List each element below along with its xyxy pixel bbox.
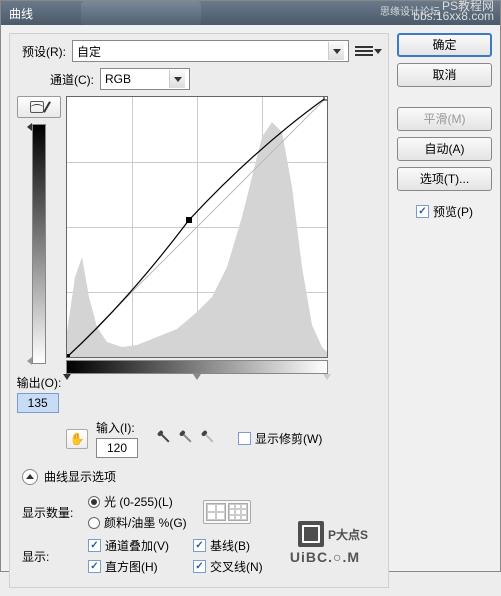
eyedropper-white-icon[interactable] [199, 427, 222, 450]
input-input[interactable] [96, 438, 138, 458]
preset-menu-button[interactable] [355, 42, 382, 60]
radio-pigment-label: 颜料/油墨 %(G) [104, 514, 187, 531]
hand-icon: ✋ [70, 432, 85, 446]
show-clipping-label: 显示修剪(W) [255, 430, 322, 447]
histogram [67, 97, 327, 357]
checkbox-icon [193, 560, 206, 573]
options-button[interactable]: 选项(T)... [397, 167, 492, 191]
preview-label: 预览(P) [433, 203, 473, 220]
tool-column: 输出(O): [16, 96, 62, 413]
checkbox-icon [238, 432, 251, 445]
show-clipping-check[interactable]: 显示修剪(W) [238, 430, 322, 447]
titlebar-blur [81, 1, 201, 25]
chevron-down-icon [169, 70, 185, 88]
dialog-title: 曲线 [9, 5, 33, 22]
radio-light-label: 光 (0-255)(L) [104, 493, 173, 510]
checkbox-icon [88, 560, 101, 573]
preset-label: 预设(R): [16, 43, 66, 60]
preset-select[interactable]: 自定 [72, 40, 349, 62]
check-histogram[interactable]: 直方图(H) [88, 558, 169, 575]
check-overlay-label: 通道叠加(V) [105, 537, 169, 554]
output-gradient [32, 124, 46, 364]
check-intersection-label: 交叉线(N) [210, 558, 263, 575]
checkbox-icon [416, 205, 429, 218]
eyedropper-gray-icon[interactable] [177, 427, 200, 450]
section-header-label: 曲线显示选项 [44, 468, 116, 485]
watermark-logo-text: P大点S [328, 526, 368, 543]
input-group: 输入(I): [96, 419, 138, 458]
checkbox-icon [88, 539, 101, 552]
grid-coarse-icon [206, 503, 226, 521]
curve-canvas[interactable] [66, 96, 328, 358]
channel-value: RGB [105, 72, 131, 86]
output-group: 输出(O): [17, 374, 62, 413]
channel-label: 通道(C): [50, 71, 94, 88]
output-label: 输出(O): [17, 374, 62, 391]
checkbox-icon [193, 539, 206, 552]
grid-size-toggle[interactable] [203, 500, 251, 524]
radio-light[interactable]: 光 (0-255)(L) [88, 493, 187, 510]
watermark-text: PS教程网 bbs.16xx8.com [413, 1, 494, 21]
input-gradient[interactable] [66, 360, 328, 374]
expand-button[interactable] [22, 469, 38, 485]
hand-tool[interactable]: ✋ [66, 429, 88, 449]
chevron-down-icon [374, 49, 382, 54]
watermark-url: UiBC.○.M [290, 549, 360, 565]
auto-button[interactable]: 自动(A) [397, 137, 492, 161]
main-panel: 预设(R): 自定 通道(C): RGB [9, 33, 389, 588]
input-label: 输入(I): [96, 419, 138, 436]
check-overlay[interactable]: 通道叠加(V) [88, 537, 169, 554]
check-baseline[interactable]: 基线(B) [193, 537, 263, 554]
graph-box [66, 96, 328, 413]
preview-check[interactable]: 预览(P) [397, 203, 492, 220]
side-panel: 确定 取消 平滑(M) 自动(A) 选项(T)... 预览(P) [397, 33, 492, 588]
ok-button[interactable]: 确定 [397, 33, 492, 57]
check-histogram-label: 直方图(H) [105, 558, 158, 575]
channel-select[interactable]: RGB [100, 68, 190, 90]
radio-icon [88, 496, 100, 508]
cancel-button[interactable]: 取消 [397, 63, 492, 87]
display-amount-label: 显示数量: [22, 504, 80, 521]
check-baseline-label: 基线(B) [210, 537, 250, 554]
check-intersection[interactable]: 交叉线(N) [193, 558, 263, 575]
menu-icon [355, 42, 373, 60]
radio-pigment[interactable]: 颜料/油墨 %(G) [88, 514, 187, 531]
radio-icon [88, 517, 100, 529]
chevron-up-icon [26, 474, 34, 479]
pencil-icon [43, 101, 51, 112]
curve-tool-toggle[interactable] [17, 96, 61, 118]
output-input[interactable] [17, 393, 59, 413]
eyedropper-group [158, 431, 218, 447]
preset-value: 自定 [77, 43, 101, 60]
titlebar: 曲线 思缘设计论坛 PS教程网 bbs.16xx8.com [1, 1, 500, 25]
smooth-button[interactable]: 平滑(M) [397, 107, 492, 131]
eyedropper-black-icon[interactable] [155, 427, 178, 450]
grid-fine-icon [228, 503, 248, 521]
watermark-logo: P大点S [298, 521, 368, 547]
show-label: 显示: [22, 548, 80, 565]
logo-icon [298, 521, 324, 547]
chevron-down-icon [328, 42, 344, 60]
